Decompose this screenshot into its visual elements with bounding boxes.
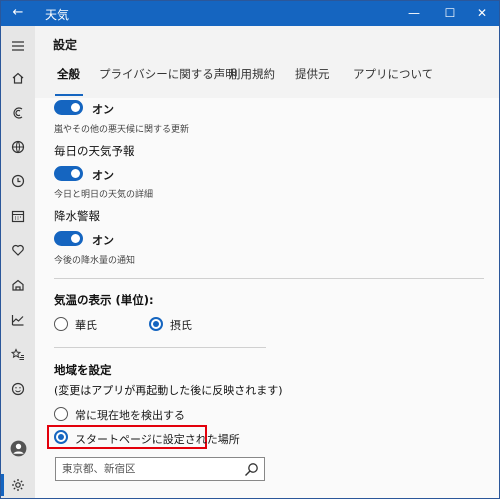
toggle-knob: [71, 169, 80, 178]
start-page-location-label: スタートページに設定された場所: [75, 433, 240, 446]
active-tab-indicator: [55, 94, 83, 96]
feedback-icon[interactable]: [6, 377, 30, 401]
calendar-icon[interactable]: [6, 204, 30, 228]
precip-alert-desc: 今後の降水量の通知: [54, 256, 136, 266]
location-note: (変更はアプリが再起動した後に反映されます): [54, 384, 283, 397]
severe-weather-toggle[interactable]: [54, 100, 83, 115]
settings-scroll-area: オン 嵐やその他の悪天候に関する更新 毎日の天気予報 オン 今日と明日の天気の詳…: [35, 98, 499, 498]
hamburger-icon[interactable]: [6, 34, 30, 58]
daily-forecast-heading: 毎日の天気予報: [54, 144, 135, 158]
tab-general[interactable]: 全般: [57, 66, 80, 82]
celsius-radio[interactable]: [149, 317, 163, 331]
severe-weather-desc: 嵐やその他の悪天候に関する更新: [54, 125, 190, 135]
section-divider: [54, 347, 266, 348]
tab-privacy[interactable]: プライバシーに関する声明: [99, 66, 237, 82]
trends-icon[interactable]: [6, 308, 30, 332]
precip-alert-state: オン: [92, 234, 114, 247]
tab-about[interactable]: アプリについて: [353, 66, 433, 82]
back-button[interactable]: ←: [9, 4, 27, 22]
start-page-location-radio[interactable]: [54, 430, 68, 444]
maps-icon[interactable]: [6, 135, 30, 159]
minimize-button[interactable]: —: [397, 1, 431, 26]
history-icon[interactable]: [6, 169, 30, 193]
location-search-box: [55, 457, 265, 481]
location-search-input[interactable]: [62, 461, 232, 477]
toggle-knob: [71, 103, 80, 112]
news-icon[interactable]: [6, 273, 30, 297]
weather-app-window: ← 天気 — ☐ ✕ 設定 全般 プライバシーに関する声明 利用規約 提供元 ア…: [0, 0, 500, 499]
app-title: 天気: [45, 8, 70, 22]
toggle-knob: [71, 234, 80, 243]
daily-forecast-desc: 今日と明日の天気の詳細: [54, 190, 154, 200]
tab-credits[interactable]: 提供元: [295, 66, 330, 82]
account-icon[interactable]: [6, 436, 30, 460]
active-nav-indicator: [1, 474, 4, 496]
home-icon[interactable]: [6, 66, 30, 90]
severe-weather-state: オン: [92, 103, 114, 116]
settings-content: 設定 全般 プライバシーに関する声明 利用規約 提供元 アプリについて オン 嵐…: [35, 26, 499, 498]
tab-terms[interactable]: 利用規約: [229, 66, 275, 82]
fahrenheit-label: 華氏: [75, 319, 97, 332]
search-icon[interactable]: [244, 462, 259, 477]
section-divider: [54, 278, 484, 279]
close-button[interactable]: ✕: [465, 1, 499, 26]
favorites-icon[interactable]: [6, 343, 30, 367]
temperature-unit-heading: 気温の表示 (単位):: [54, 293, 154, 307]
places-icon[interactable]: [6, 238, 30, 262]
title-bar: ← 天気 — ☐ ✕: [1, 1, 499, 26]
daily-forecast-state: オン: [92, 169, 114, 182]
fahrenheit-radio[interactable]: [54, 317, 68, 331]
maximize-button[interactable]: ☐: [433, 1, 467, 26]
daily-forecast-toggle[interactable]: [54, 166, 83, 181]
precip-alert-toggle[interactable]: [54, 231, 83, 246]
forecast-icon[interactable]: [6, 101, 30, 125]
precip-alert-heading: 降水警報: [54, 209, 100, 223]
page-title: 設定: [53, 38, 78, 52]
detect-location-radio[interactable]: [54, 407, 68, 421]
location-heading: 地域を設定: [54, 363, 112, 377]
settings-icon[interactable]: [6, 473, 30, 497]
celsius-label: 摂氏: [170, 319, 192, 332]
detect-location-label: 常に現在地を検出する: [75, 409, 185, 422]
sidebar: [1, 26, 35, 498]
